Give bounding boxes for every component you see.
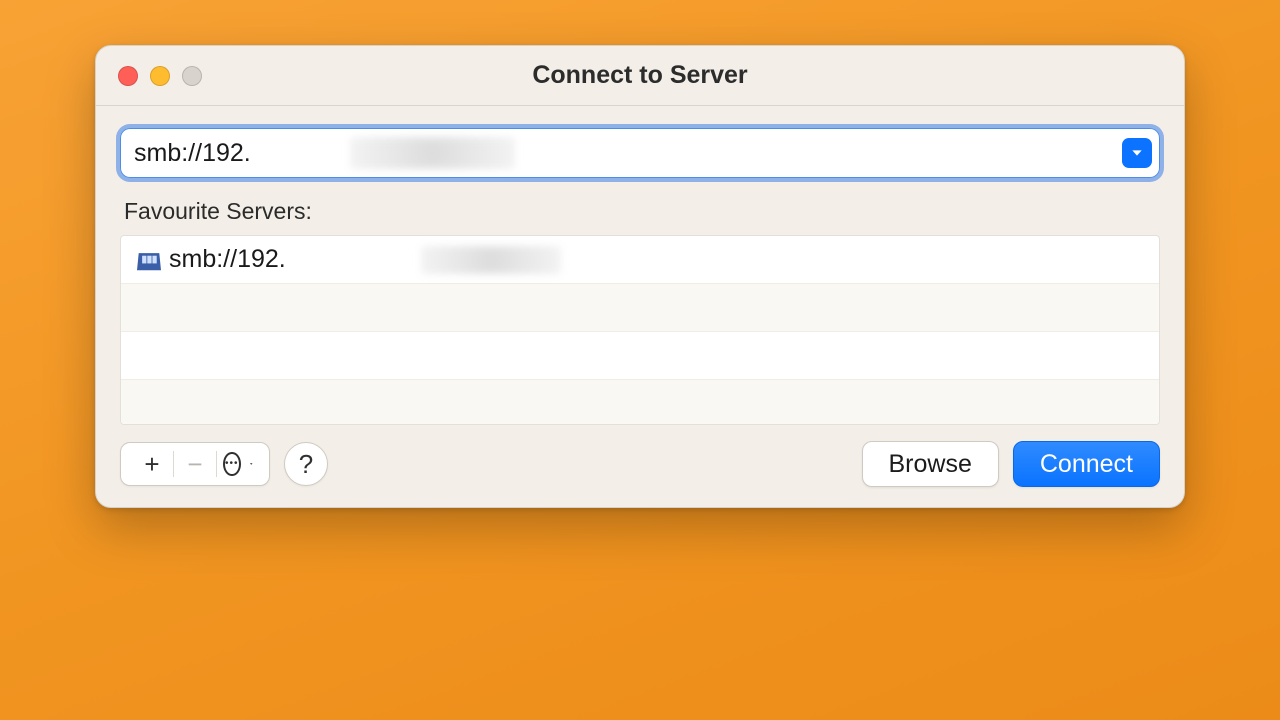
list-item[interactable] <box>121 380 1159 425</box>
list-item[interactable] <box>121 284 1159 332</box>
connect-button[interactable]: Connect <box>1013 441 1160 487</box>
network-server-icon <box>135 248 163 272</box>
ellipsis-circle-icon <box>223 452 241 476</box>
traffic-lights <box>118 66 202 86</box>
zoom-window-button[interactable] <box>182 66 202 86</box>
footer-toolbar: + − ? Browse Connect <box>120 441 1160 487</box>
close-window-button[interactable] <box>118 66 138 86</box>
list-actions-group: + − <box>120 442 270 486</box>
favourite-servers-list[interactable]: smb://192. <box>120 235 1160 425</box>
more-actions-button[interactable] <box>217 442 259 486</box>
redacted-favourite-segment <box>421 246 561 274</box>
favourite-server-label: smb://192. <box>169 245 286 274</box>
minus-icon: − <box>187 449 202 480</box>
list-item[interactable] <box>121 332 1159 380</box>
help-button[interactable]: ? <box>284 442 328 486</box>
titlebar: Connect to Server <box>96 46 1184 106</box>
chevron-down-icon <box>249 457 253 471</box>
favourite-servers-label: Favourite Servers: <box>124 198 1156 225</box>
add-favourite-button[interactable]: + <box>131 442 173 486</box>
minimize-window-button[interactable] <box>150 66 170 86</box>
chevron-down-icon <box>1129 145 1145 161</box>
redacted-address-segment <box>350 137 515 169</box>
server-address-field-wrap <box>120 128 1160 178</box>
connect-to-server-window: Connect to Server Favourite Servers: smb… <box>95 45 1185 508</box>
browse-button[interactable]: Browse <box>862 441 999 487</box>
recent-servers-dropdown-button[interactable] <box>1122 138 1152 168</box>
remove-favourite-button[interactable]: − <box>174 442 216 486</box>
window-title: Connect to Server <box>96 61 1184 90</box>
help-icon: ? <box>299 449 313 480</box>
window-content: Favourite Servers: smb://192. + <box>96 106 1184 507</box>
favourite-server-row[interactable]: smb://192. <box>121 236 1159 284</box>
server-address-input[interactable] <box>134 139 1106 168</box>
plus-icon: + <box>144 449 159 480</box>
